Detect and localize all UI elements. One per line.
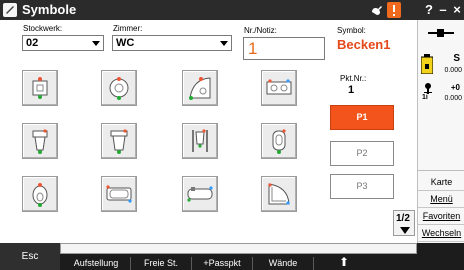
close-button[interactable]: × bbox=[449, 2, 464, 18]
note-value: 1 bbox=[248, 39, 258, 58]
symbol-button[interactable] bbox=[101, 123, 137, 159]
symbols-app-icon bbox=[3, 3, 17, 17]
esc-button[interactable]: Esc bbox=[0, 243, 60, 270]
panel-divider bbox=[418, 170, 464, 171]
point-number-value: 1 bbox=[348, 84, 355, 96]
toolbar-separator bbox=[313, 257, 314, 270]
page-toggle-button[interactable]: 1/2 bbox=[393, 210, 415, 236]
bathtub-icon bbox=[106, 185, 132, 203]
battery-icon bbox=[421, 54, 433, 74]
bathtub-side-icon bbox=[187, 186, 213, 202]
toolbar-separator bbox=[252, 257, 253, 270]
floor-value: 02 bbox=[26, 37, 39, 49]
point-button-p1[interactable]: P1 bbox=[330, 105, 394, 130]
symbol-button[interactable] bbox=[101, 176, 137, 212]
symbol-button[interactable] bbox=[182, 70, 218, 106]
sensor-label: +0 bbox=[450, 83, 460, 92]
point-button-p3[interactable]: P3 bbox=[330, 174, 394, 199]
round-washbasin-icon bbox=[109, 77, 129, 100]
battery-label: S bbox=[453, 53, 460, 64]
message-strip bbox=[60, 243, 417, 254]
wall-hung-toilet-icon bbox=[110, 129, 128, 154]
window-title: Symbole bbox=[22, 2, 77, 17]
switch-button[interactable]: Wechseln bbox=[418, 225, 464, 242]
toolbar-separator bbox=[191, 257, 192, 270]
battery-value: 0.000 bbox=[444, 67, 462, 74]
symbol-button[interactable] bbox=[261, 70, 297, 106]
free-station-button[interactable]: Freie St. bbox=[132, 257, 190, 270]
prism-icon bbox=[424, 83, 432, 94]
toilet-icon bbox=[32, 129, 48, 154]
map-button[interactable]: Karte bbox=[418, 174, 464, 191]
note-label: Nr./Notiz: bbox=[244, 26, 277, 35]
setup-button[interactable]: Aufstellung bbox=[63, 257, 129, 270]
symbol-button[interactable] bbox=[22, 123, 58, 159]
tools-icon[interactable] bbox=[370, 3, 384, 17]
floor-dropdown[interactable]: 02 bbox=[22, 35, 104, 51]
shift-button[interactable]: ⬆ bbox=[315, 256, 373, 270]
instrument-icon bbox=[428, 29, 454, 37]
symbol-name: Becken1 bbox=[337, 37, 391, 52]
bidet-icon bbox=[32, 183, 48, 207]
title-bar: Symbole ? – × bbox=[0, 0, 464, 20]
corner-washbasin-icon bbox=[189, 77, 211, 100]
arrow-down-icon bbox=[400, 227, 410, 234]
double-washbasin-icon bbox=[266, 79, 292, 95]
chevron-down-icon[interactable] bbox=[217, 36, 231, 50]
sensor-value: 0.000 bbox=[444, 95, 462, 102]
page-indicator: 1/2 bbox=[396, 213, 410, 224]
symbol-button[interactable] bbox=[22, 70, 58, 106]
chevron-down-icon[interactable] bbox=[89, 36, 103, 50]
room-dropdown[interactable]: WC bbox=[112, 35, 232, 51]
corner-shower-icon bbox=[268, 183, 290, 205]
point-button-p2[interactable]: P2 bbox=[330, 141, 394, 166]
symbol-button[interactable] bbox=[22, 176, 58, 212]
symbol-button[interactable] bbox=[182, 123, 218, 159]
warning-icon[interactable] bbox=[387, 2, 401, 18]
room-label: Zimmer: bbox=[113, 24, 143, 33]
floor-label: Stockwerk: bbox=[23, 24, 63, 33]
symbol-button[interactable] bbox=[261, 123, 297, 159]
favorites-button[interactable]: Favoriten bbox=[418, 208, 464, 225]
menu-button[interactable]: Menü bbox=[418, 191, 464, 208]
symbol-button[interactable] bbox=[182, 176, 218, 212]
symbol-button[interactable] bbox=[101, 70, 137, 106]
note-field[interactable]: 1 bbox=[243, 37, 325, 60]
status-panel: S 0.000 +0 1i 0.000 Karte Menü Favoriten… bbox=[417, 20, 464, 270]
room-value: WC bbox=[116, 37, 135, 49]
toolbar-separator bbox=[130, 257, 131, 270]
bottom-toolbar: Esc Aufstellung Freie St. +Passpkt Wände… bbox=[0, 243, 464, 270]
wall-urinal-icon bbox=[192, 129, 208, 152]
point-number-label: Pkt.Nr.: bbox=[340, 74, 367, 83]
walls-button[interactable]: Wände bbox=[254, 257, 312, 270]
symbol-label: Symbol: bbox=[337, 26, 366, 35]
sensor-prefix: 1i bbox=[422, 94, 428, 101]
urinal-icon bbox=[272, 129, 286, 154]
symbol-button[interactable] bbox=[261, 176, 297, 212]
add-control-point-button[interactable]: +Passpkt bbox=[193, 257, 251, 270]
square-washbasin-icon bbox=[32, 77, 48, 99]
